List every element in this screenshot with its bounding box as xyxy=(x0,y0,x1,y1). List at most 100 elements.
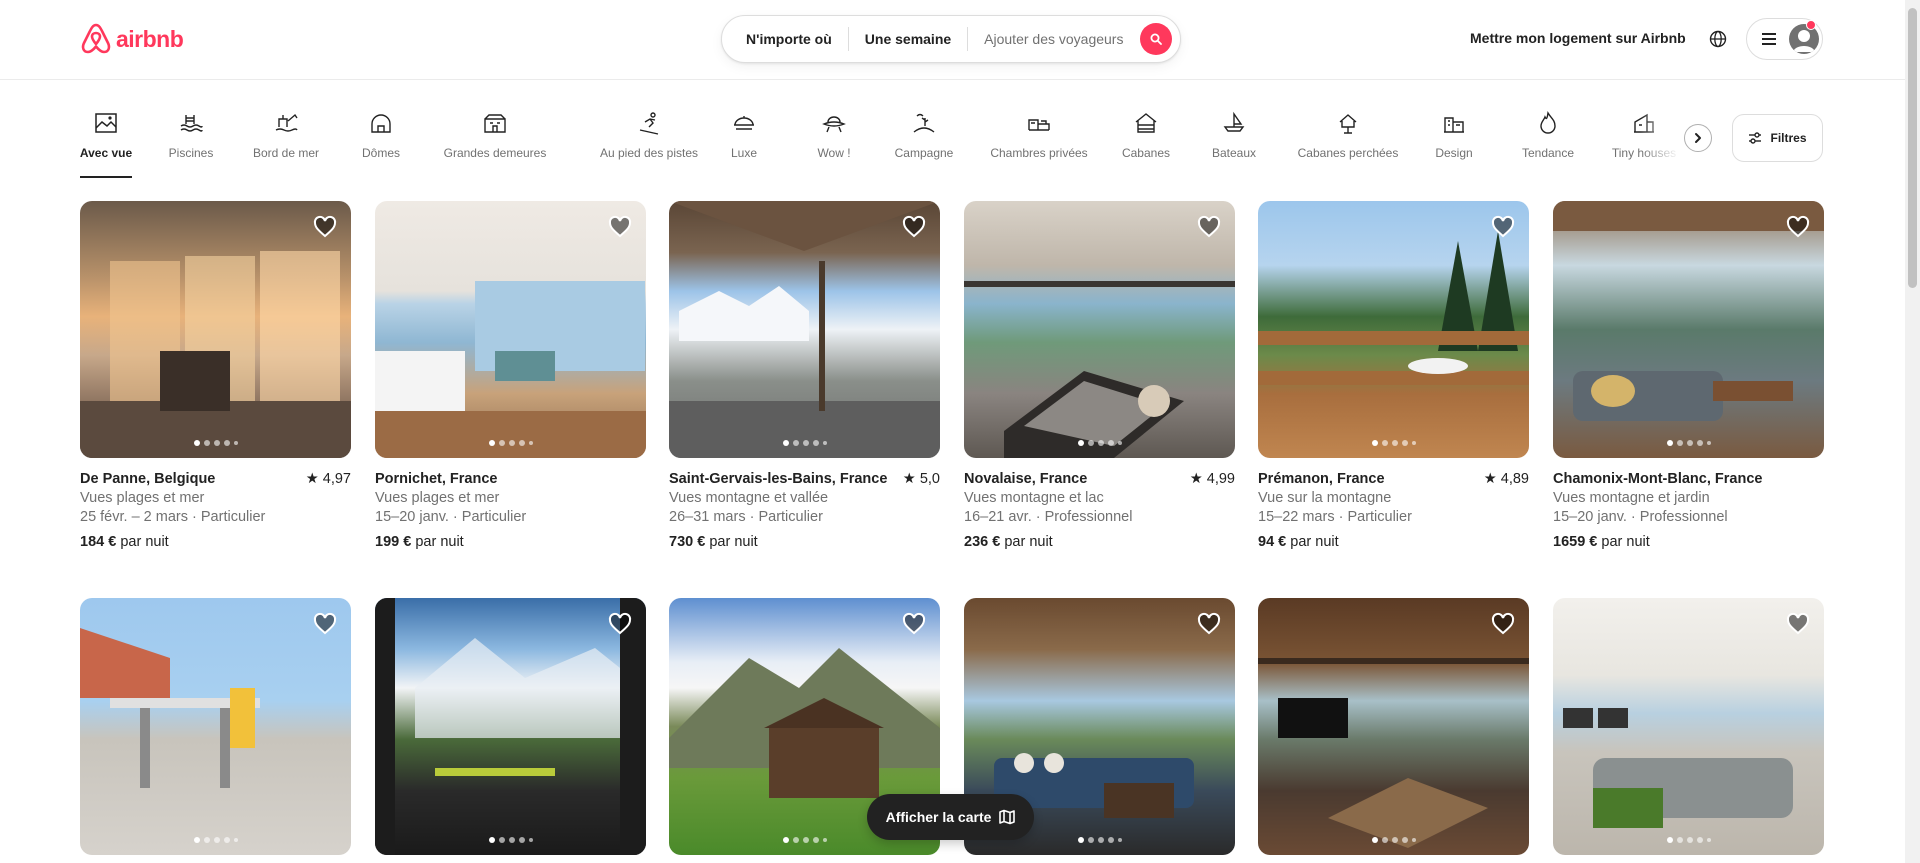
listing-card[interactable]: Pornichet, France Vues plages et mer 15–… xyxy=(375,201,646,550)
photo-carousel-dots xyxy=(193,440,238,446)
favorite-heart-icon[interactable] xyxy=(1197,215,1221,239)
categories-next-button[interactable] xyxy=(1684,124,1712,152)
logo-text: airbnb xyxy=(116,25,184,52)
listing-photo[interactable] xyxy=(80,201,351,458)
listing-dates: 15–20 janv. · Particulier xyxy=(375,509,527,525)
favorite-heart-icon[interactable] xyxy=(1786,215,1810,239)
notification-dot xyxy=(1806,20,1816,30)
search-bar[interactable]: N'importe où Une semaine Ajouter des voy… xyxy=(721,15,1181,63)
favorite-heart-icon[interactable] xyxy=(902,215,926,239)
listing-photo[interactable] xyxy=(80,598,351,855)
listing-photo[interactable] xyxy=(375,598,646,855)
category-label: Cabanes perchées xyxy=(1297,146,1399,160)
favorite-heart-icon[interactable] xyxy=(1491,215,1515,239)
view-icon xyxy=(95,113,117,133)
listing-card[interactable] xyxy=(1553,598,1824,855)
listing-subtitle: Vues montagne et lac xyxy=(964,490,1104,506)
listing-dates: 15–20 janv. · Professionnel xyxy=(1553,509,1728,525)
category-bord-de-mer[interactable]: Bord de mer xyxy=(250,110,322,178)
listing-card[interactable]: Saint-Gervais-les-Bains, France ★ 5,0 Vue… xyxy=(669,201,940,550)
listing-price: 730 € par nuit xyxy=(669,534,758,550)
favorite-heart-icon[interactable] xyxy=(313,612,337,636)
listing-card[interactable]: Chamonix-Mont-Blanc, France Vues montagn… xyxy=(1553,201,1824,550)
countryside-icon xyxy=(913,113,935,133)
category-au-pied-des-pistes[interactable]: Au pied des pistes xyxy=(580,110,718,178)
listing-location: Pornichet, France xyxy=(375,471,498,487)
listing-location: Chamonix-Mont-Blanc, France xyxy=(1553,471,1763,487)
search-icon xyxy=(1150,33,1162,45)
listing-price: 1659 € par nuit xyxy=(1553,534,1650,550)
category-design[interactable]: Design xyxy=(1432,110,1476,178)
search-when[interactable]: Une semaine xyxy=(849,31,967,47)
category-label: Cabanes xyxy=(1121,146,1171,160)
airbnb-logo[interactable]: airbnb xyxy=(80,22,184,56)
listing-rating: ★ 4,97 xyxy=(305,471,351,487)
search-button[interactable] xyxy=(1140,23,1172,55)
photo-illustration xyxy=(375,598,646,855)
listing-card[interactable] xyxy=(375,598,646,855)
listing-subtitle: Vue sur la montagne xyxy=(1258,490,1392,506)
photo-illustration xyxy=(1563,708,1793,828)
listing-photo[interactable] xyxy=(1258,598,1529,855)
photo-carousel-dots xyxy=(1077,440,1122,446)
filters-button[interactable]: Filtres xyxy=(1732,114,1823,162)
photo-carousel-dots xyxy=(1371,440,1416,446)
category-avec-vue[interactable]: Avec vue xyxy=(80,110,132,178)
category-piscines[interactable]: Piscines xyxy=(168,110,214,178)
hamburger-menu-icon xyxy=(1762,33,1776,45)
category-label: Avec vue xyxy=(79,146,133,160)
category-bateaux[interactable]: Bateaux xyxy=(1210,110,1258,178)
category-luxe[interactable]: Luxe xyxy=(728,110,760,178)
globe-icon[interactable] xyxy=(1707,28,1729,50)
category-label: Au pied des pistes xyxy=(599,146,699,160)
listing-photo[interactable] xyxy=(375,201,646,458)
category-tendance[interactable]: Tendance xyxy=(1520,110,1576,178)
listing-photo[interactable] xyxy=(1258,201,1529,458)
category-chambres-privees[interactable]: Chambres privées xyxy=(984,110,1094,178)
favorite-heart-icon[interactable] xyxy=(1786,612,1810,636)
listing-rating: ★ 4,99 xyxy=(1189,471,1235,487)
category-label: Bateaux xyxy=(1211,146,1257,160)
ski-icon xyxy=(639,112,659,135)
photo-illustration xyxy=(375,281,646,458)
chevron-right-icon xyxy=(1695,133,1701,143)
listing-card[interactable]: Prémanon, France ★ 4,89 Vue sur la montag… xyxy=(1258,201,1529,550)
listing-card[interactable] xyxy=(1258,598,1529,855)
category-campagne[interactable]: Campagne xyxy=(890,110,958,178)
scrollbar-thumb[interactable] xyxy=(1908,8,1917,288)
page-scrollbar[interactable] xyxy=(1905,0,1920,863)
dome-icon xyxy=(371,114,391,133)
listing-card[interactable] xyxy=(80,598,351,855)
category-cabanes[interactable]: Cabanes xyxy=(1120,110,1172,178)
become-host-link[interactable]: Mettre mon logement sur Airbnb xyxy=(1470,30,1686,46)
listing-rating: ★ 5,0 xyxy=(902,471,940,487)
listing-photo[interactable] xyxy=(1553,201,1824,458)
category-label: Chambres privées xyxy=(990,146,1088,160)
photo-illustration xyxy=(1258,231,1529,385)
category-wow[interactable]: Wow ! xyxy=(813,110,855,178)
favorite-heart-icon[interactable] xyxy=(1491,612,1515,636)
search-where[interactable]: N'importe où xyxy=(722,31,848,47)
listing-card[interactable]: Novalaise, France ★ 4,99 Vues montagne et… xyxy=(964,201,1235,550)
listing-price: 199 € par nuit xyxy=(375,534,464,550)
photo-carousel-dots xyxy=(782,440,827,446)
photo-illustration xyxy=(80,251,351,458)
cabin-icon xyxy=(1135,113,1157,133)
favorite-heart-icon[interactable] xyxy=(608,215,632,239)
favorite-heart-icon[interactable] xyxy=(1197,612,1221,636)
favorite-heart-icon[interactable] xyxy=(902,612,926,636)
search-who[interactable]: Ajouter des voyageurs xyxy=(968,31,1135,47)
listing-photo[interactable] xyxy=(1553,598,1824,855)
show-map-button[interactable]: Afficher la carte xyxy=(867,794,1034,840)
category-domes[interactable]: Dômes xyxy=(360,110,402,178)
category-cabanes-perchees[interactable]: Cabanes perchées xyxy=(1294,110,1402,178)
category-grandes-demeures[interactable]: Grandes demeures xyxy=(440,110,550,178)
listing-photo[interactable] xyxy=(669,201,940,458)
favorite-heart-icon[interactable] xyxy=(313,215,337,239)
listing-dates: 25 févr. – 2 mars · Particulier xyxy=(80,509,266,525)
listing-photo[interactable] xyxy=(964,201,1235,458)
photo-carousel-dots xyxy=(782,837,827,843)
listing-card[interactable]: De Panne, Belgique ★ 4,97 Vues plages et … xyxy=(80,201,351,550)
favorite-heart-icon[interactable] xyxy=(608,612,632,636)
photo-illustration xyxy=(1553,201,1824,421)
